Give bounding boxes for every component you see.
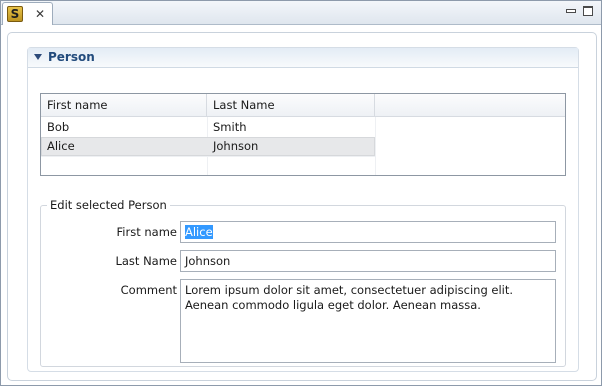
comment-field[interactable]: Lorem ipsum dolor sit amet, consectetuer… (180, 279, 556, 363)
section-title: Person (48, 50, 95, 64)
column-header-filler (375, 94, 565, 117)
last-name-field[interactable]: Johnson (180, 250, 556, 272)
first-name-field[interactable]: Alice (180, 221, 556, 243)
column-divider (375, 117, 376, 175)
section-header[interactable]: Person (28, 48, 578, 68)
cell-first-name: Alice (47, 139, 75, 153)
first-name-value: Alice (185, 225, 213, 239)
view-window: S ✕ Person First name Last Name Bob Smit… (0, 0, 602, 386)
edit-person-group: Edit selected Person First name Alice La… (40, 198, 566, 367)
cell-first-name: Bob (47, 120, 70, 134)
cell-last-name: Smith (213, 120, 247, 134)
last-name-label: Last Name (115, 254, 177, 268)
first-name-label: First name (116, 225, 177, 239)
comment-label: Comment (120, 283, 177, 297)
app-s-icon: S (7, 6, 23, 22)
close-icon[interactable]: ✕ (33, 7, 47, 21)
form-body: Person First name Last Name Bob Smith Al… (7, 32, 597, 381)
column-header-first-name[interactable]: First name (41, 94, 207, 117)
minimize-icon[interactable] (566, 9, 576, 13)
maximize-icon[interactable] (583, 6, 593, 16)
group-title: Edit selected Person (47, 198, 170, 212)
table-header: First name Last Name (41, 94, 565, 117)
table-row-selected[interactable]: Alice Johnson (41, 137, 375, 156)
table-row[interactable]: Bob Smith (41, 118, 375, 137)
row-divider (41, 156, 375, 157)
collapse-twistie-icon[interactable] (34, 54, 42, 60)
last-name-value: Johnson (185, 254, 231, 268)
view-tab[interactable]: S ✕ (2, 2, 53, 25)
column-header-last-name[interactable]: Last Name (207, 94, 375, 117)
cell-last-name: Johnson (213, 139, 259, 153)
view-tab-bar: S ✕ (1, 1, 601, 25)
person-table[interactable]: First name Last Name Bob Smith Alice Joh… (40, 93, 566, 176)
person-section: Person First name Last Name Bob Smith Al… (27, 47, 579, 372)
